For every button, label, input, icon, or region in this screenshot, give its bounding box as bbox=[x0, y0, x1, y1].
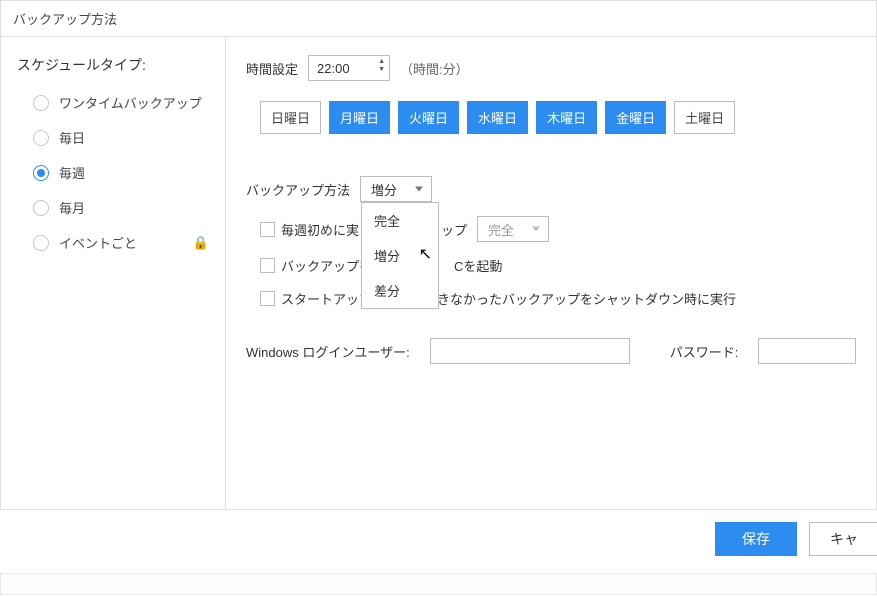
radio-icon bbox=[33, 130, 49, 146]
shutdown-run-text: スタートアップ時に実行できなかったバックアップをシャットダウン時に実行 bbox=[281, 289, 736, 308]
username-input[interactable] bbox=[430, 338, 630, 364]
shutdown-run-checkbox[interactable] bbox=[260, 291, 275, 306]
radio-icon bbox=[33, 165, 49, 181]
method-row: バックアップ方法 増分 完全 増分 ↖ 差分 bbox=[246, 176, 856, 202]
method-label: バックアップ方法 bbox=[246, 180, 350, 199]
weekly-first-checkbox[interactable] bbox=[260, 222, 275, 237]
dialog-body: スケジュールタイプ: ワンタイムバックアップ 毎日 毎週 毎月 bbox=[1, 37, 876, 509]
day-friday[interactable]: 金曜日 bbox=[605, 101, 666, 134]
bottom-strip bbox=[0, 573, 877, 595]
weekly-first-value: 完全 bbox=[488, 220, 514, 239]
method-dropdown-list: 完全 増分 ↖ 差分 bbox=[361, 202, 439, 309]
radio-label: 毎週 bbox=[59, 163, 85, 182]
wake-pc-checkbox[interactable] bbox=[260, 258, 275, 273]
weekly-first-row: 毎週初めに実 ップ 完全 bbox=[260, 216, 856, 242]
wake-text-after: Cを起動 bbox=[454, 256, 502, 275]
lock-icon: 🔒 bbox=[193, 235, 209, 251]
method-option-differential[interactable]: 差分 bbox=[362, 273, 438, 308]
radio-label: イベントごと bbox=[59, 233, 137, 252]
radio-label: 毎月 bbox=[59, 198, 85, 217]
spinner-arrows-icon: ▲▼ bbox=[378, 58, 385, 73]
cancel-button[interactable]: キャ bbox=[809, 522, 877, 556]
time-row: 時間設定 22:00 ▲▼ （時間:分） bbox=[246, 55, 856, 81]
partial-text bbox=[1, 578, 11, 592]
username-label: Windows ログインユーザー: bbox=[246, 342, 410, 361]
password-input[interactable] bbox=[758, 338, 856, 364]
password-label: パスワード: bbox=[670, 342, 739, 361]
day-wednesday[interactable]: 水曜日 bbox=[467, 101, 528, 134]
method-select[interactable]: 増分 完全 増分 ↖ 差分 bbox=[360, 176, 432, 202]
day-thursday[interactable]: 木曜日 bbox=[536, 101, 597, 134]
schedule-option-event[interactable]: イベントごと 🔒 bbox=[17, 225, 209, 260]
time-spinner[interactable]: 22:00 ▲▼ bbox=[308, 55, 390, 81]
main-panel: 時間設定 22:00 ▲▼ （時間:分） 日曜日 月曜日 火曜日 水曜日 木曜日… bbox=[226, 37, 876, 509]
day-selector: 日曜日 月曜日 火曜日 水曜日 木曜日 金曜日 土曜日 bbox=[260, 101, 856, 134]
day-saturday[interactable]: 土曜日 bbox=[674, 101, 735, 134]
sidebar: スケジュールタイプ: ワンタイムバックアップ 毎日 毎週 毎月 bbox=[1, 37, 226, 509]
schedule-option-daily[interactable]: 毎日 bbox=[17, 120, 209, 155]
radio-label: 毎日 bbox=[59, 128, 85, 147]
time-label: 時間設定 bbox=[246, 59, 298, 78]
schedule-option-weekly[interactable]: 毎週 bbox=[17, 155, 209, 190]
method-value: 増分 bbox=[371, 180, 397, 199]
chevron-down-icon bbox=[532, 227, 540, 232]
wake-pc-row: バックアップを Cを起動 bbox=[260, 256, 856, 275]
schedule-option-onetime[interactable]: ワンタイムバックアップ bbox=[17, 85, 209, 120]
weekly-first-text-before: 毎週初めに実 bbox=[281, 220, 359, 239]
weekly-first-select[interactable]: 完全 bbox=[477, 216, 549, 242]
time-value: 22:00 bbox=[317, 61, 350, 76]
save-button[interactable]: 保存 bbox=[715, 522, 797, 556]
day-monday[interactable]: 月曜日 bbox=[329, 101, 390, 134]
radio-icon bbox=[33, 200, 49, 216]
credentials-row: Windows ログインユーザー: パスワード: bbox=[246, 338, 856, 364]
time-hint: （時間:分） bbox=[400, 59, 469, 78]
dialog-title: バックアップ方法 bbox=[1, 1, 876, 37]
day-tuesday[interactable]: 火曜日 bbox=[398, 101, 459, 134]
cursor-icon: ↖ bbox=[419, 244, 432, 264]
method-option-full[interactable]: 完全 bbox=[362, 203, 438, 238]
chevron-down-icon bbox=[415, 187, 423, 192]
radio-label: ワンタイムバックアップ bbox=[59, 93, 202, 112]
weekly-first-text-after: ップ bbox=[441, 220, 467, 239]
wake-text-before: バックアップを bbox=[281, 256, 372, 275]
schedule-option-monthly[interactable]: 毎月 bbox=[17, 190, 209, 225]
radio-icon bbox=[33, 235, 49, 251]
dialog-footer: 保存 キャ bbox=[0, 516, 877, 562]
backup-method-dialog: バックアップ方法 スケジュールタイプ: ワンタイムバックアップ 毎日 毎週 毎月 bbox=[0, 0, 877, 510]
schedule-type-heading: スケジュールタイプ: bbox=[17, 55, 209, 75]
radio-icon bbox=[33, 95, 49, 111]
shutdown-run-row: スタートアップ時に実行できなかったバックアップをシャットダウン時に実行 bbox=[260, 289, 856, 308]
method-option-incremental[interactable]: 増分 ↖ bbox=[362, 238, 438, 273]
day-sunday[interactable]: 日曜日 bbox=[260, 101, 321, 134]
